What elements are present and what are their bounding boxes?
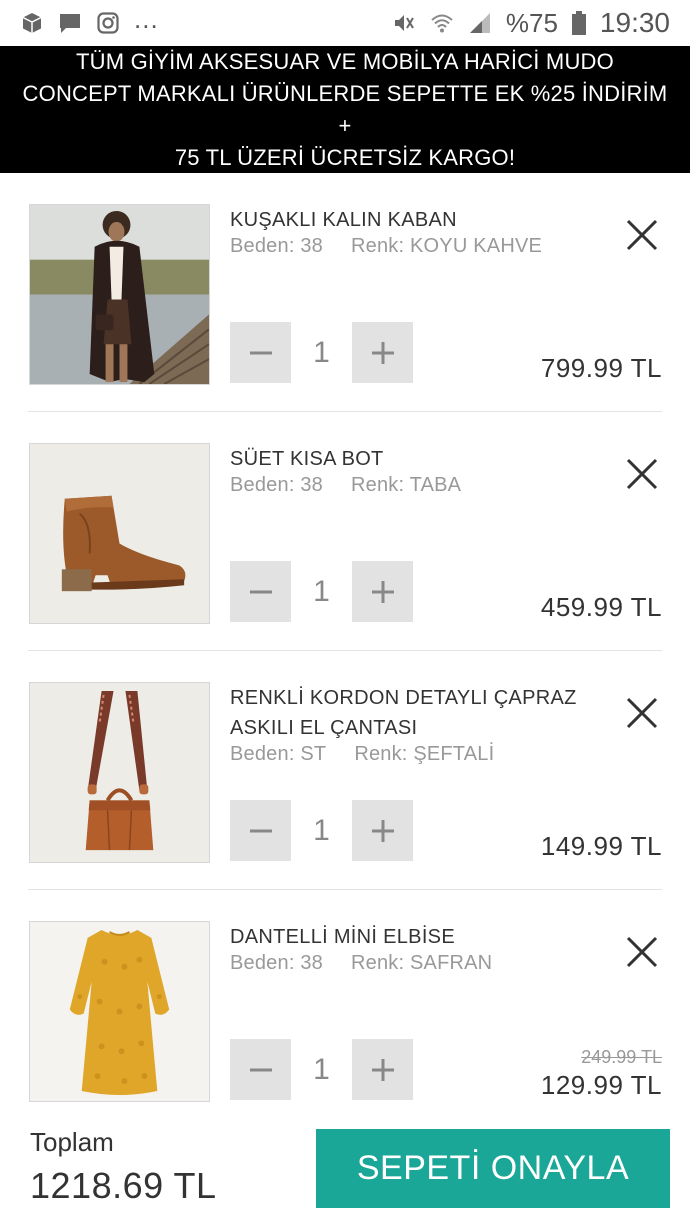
minus-icon [249,351,272,354]
product-image-coat[interactable] [29,204,210,385]
product-color: Renk: KOYU KAHVE [351,235,543,257]
signal-icon [468,11,492,35]
remove-item-button[interactable] [622,693,662,733]
cart-item: RENKLİ KORDON DETAYLI ÇAPRAZ ASKILI EL Ç… [28,651,662,890]
plus-icon [371,341,394,364]
quantity-stepper: 1 [230,322,413,383]
product-size: Beden: 38 [230,474,323,496]
product-attributes: Beden: ST Renk: ŞEFTALİ [230,743,494,766]
plus-icon [371,580,394,603]
product-attributes: Beden: 38 Renk: KOYU KAHVE [230,235,542,258]
product-size: Beden: 38 [230,952,323,974]
app-root: ... %75 19:30 TÜM GİYİM AKSESUAR VE MOBİ… [0,0,690,1227]
total-value: 1218.69 TL [30,1165,217,1206]
status-bar-right: %75 19:30 [392,7,670,39]
increase-quantity-button[interactable] [352,1039,413,1100]
quantity-value: 1 [313,1052,330,1086]
message-icon [58,11,82,35]
product-name[interactable]: KUŞAKLI KALIN KABAN [230,205,590,235]
mute-vibrate-icon [392,11,416,35]
decrease-quantity-button[interactable] [230,800,291,861]
more-notifications-text: ... [134,4,159,34]
product-color: Renk: SAFRAN [351,952,493,974]
promo-banner-text: TÜM GİYİM AKSESUAR VE MOBİLYA HARİCİ MUD… [20,46,670,174]
instagram-icon [96,11,120,35]
promo-banner[interactable]: TÜM GİYİM AKSESUAR VE MOBİLYA HARİCİ MUD… [0,46,690,173]
clock: 19:30 [599,7,670,38]
status-bar-left: ... [20,6,159,35]
close-icon [626,458,658,490]
total-label: Toplam [30,1127,114,1157]
product-image-boot[interactable] [29,443,210,624]
plus-icon [371,819,394,842]
quantity-stepper: 1 [230,1039,413,1100]
promo-line-3: 75 TL ÜZERİ ÜCRETSİZ KARGO! [174,144,516,170]
decrease-quantity-button[interactable] [230,322,291,383]
product-name[interactable]: SÜET KISA BOT [230,444,590,474]
package-icon [20,11,44,35]
wifi-icon [430,11,454,35]
product-size: Beden: 38 [230,235,323,257]
close-icon [626,936,658,968]
minus-icon [249,1068,272,1071]
product-size: Beden: ST [230,743,327,765]
minus-icon [249,829,272,832]
product-price: 149.99 TL [540,831,662,861]
promo-line-1: TÜM GİYİM AKSESUAR VE MOBİLYA HARİCİ MUD… [76,48,614,74]
remove-item-button[interactable] [622,932,662,972]
product-price: 129.99 TL [540,1070,662,1100]
close-icon [626,697,658,729]
quantity-value: 1 [313,335,330,369]
decrease-quantity-button[interactable] [230,561,291,622]
product-image-dress[interactable] [29,921,210,1102]
cart-item: DANTELLİ MİNİ ELBİSE Beden: 38 Renk: SAFR… [28,890,662,1105]
product-price: 459.99 TL [540,592,662,622]
product-color: Renk: TABA [351,474,462,496]
increase-quantity-button[interactable] [352,561,413,622]
product-name[interactable]: DANTELLİ MİNİ ELBİSE [230,922,590,952]
battery-percentage: %75 [505,7,558,38]
quantity-stepper: 1 [230,561,413,622]
product-image-bag[interactable] [29,682,210,863]
product-attributes: Beden: 38 Renk: TABA [230,474,461,497]
decrease-quantity-button[interactable] [230,1039,291,1100]
promo-line-2: CONCEPT MARKALI ÜRÜNLERDE SEPETTE EK %25… [22,80,668,138]
cart-footer: Toplam 1218.69 TL SEPETİ ONAYLA [0,1105,690,1227]
close-icon [626,219,658,251]
product-name[interactable]: RENKLİ KORDON DETAYLI ÇAPRAZ ASKILI EL Ç… [230,683,590,743]
plus-icon [371,1058,394,1081]
cart-item: KUŞAKLI KALIN KABAN Beden: 38 Renk: KOYU … [28,173,662,412]
battery-icon [571,11,586,35]
remove-item-button[interactable] [622,454,662,494]
quantity-value: 1 [313,813,330,847]
status-bar: ... %75 19:30 [0,0,690,46]
remove-item-button[interactable] [622,215,662,255]
cart-item: SÜET KISA BOT Beden: 38 Renk: TABA 1 459.… [28,412,662,651]
quantity-value: 1 [313,574,330,608]
product-price: 799.99 TL [540,353,662,383]
increase-quantity-button[interactable] [352,322,413,383]
quantity-stepper: 1 [230,800,413,861]
minus-icon [249,590,272,593]
cart-item-list[interactable]: KUŞAKLI KALIN KABAN Beden: 38 Renk: KOYU … [0,173,690,1105]
product-color: Renk: ŞEFTALİ [354,743,495,765]
product-original-price: 249.99 TL [581,1047,662,1067]
product-attributes: Beden: 38 Renk: SAFRAN [230,952,492,975]
confirm-cart-button[interactable]: SEPETİ ONAYLA [316,1129,670,1208]
increase-quantity-button[interactable] [352,800,413,861]
